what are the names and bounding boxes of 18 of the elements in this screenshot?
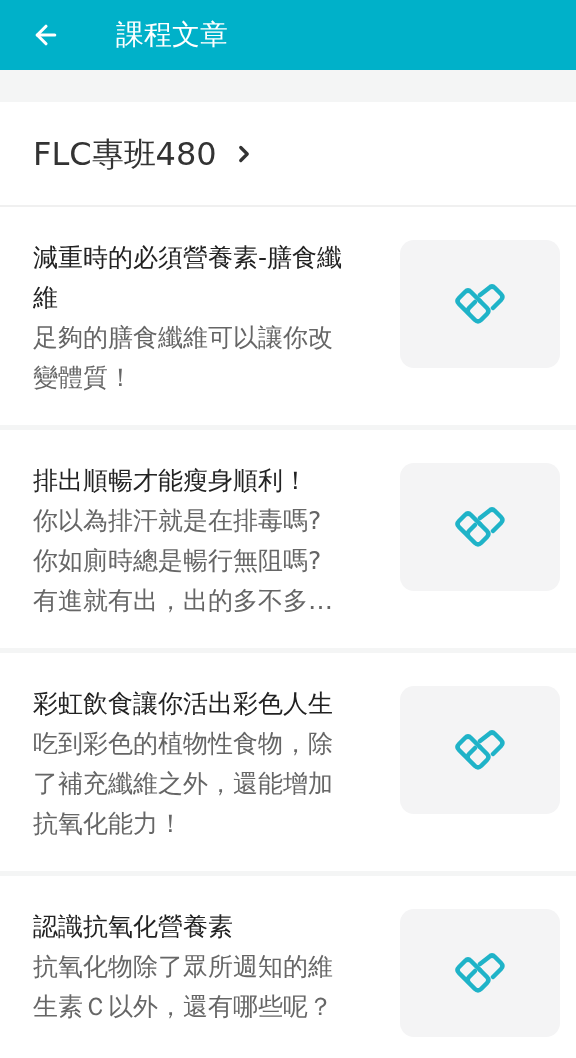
- article-title: 減重時的必須營養素-膳食纖維: [33, 242, 344, 314]
- article-title: 排出順暢才能瘦身順利！: [33, 465, 309, 497]
- article-card[interactable]: 彩虹飲食讓你活出彩色人生 吃到彩色的植物性食物，除了補充纖維之外，還能增加抗氧化能力！: [0, 653, 576, 871]
- article-description: 你以為排汗就是在排毒嗎? 你如廁時總是暢行無阻嗎? 有進就有出，出的多不多…: [33, 505, 334, 617]
- article-description: 抗氧化物除了眾所週知的維生素Ｃ以外，還有哪些呢？: [33, 951, 334, 1023]
- article-card[interactable]: 認識抗氧化營養素 抗氧化物除了眾所週知的維生素Ｃ以外，還有哪些呢？: [0, 876, 576, 1058]
- article-title: 認識抗氧化營養素: [33, 911, 234, 943]
- article-card[interactable]: 排出順暢才能瘦身順利！ 你以為排汗就是在排毒嗎? 你如廁時總是暢行無阻嗎? 有進就有出，出的多不多…: [0, 430, 576, 648]
- linked-squares-icon: [454, 506, 506, 548]
- article-description: 足夠的膳食纖維可以讓你改變體質！: [33, 322, 334, 394]
- article-description: 吃到彩色的植物性食物，除了補充纖維之外，還能增加抗氧化能力！: [33, 728, 334, 840]
- linked-squares-icon: [454, 283, 506, 325]
- article-card[interactable]: 減重時的必須營養素-膳食纖維 足夠的膳食纖維可以讓你改變體質！: [0, 207, 576, 425]
- linked-squares-icon: [454, 729, 506, 771]
- linked-squares-icon: [454, 952, 506, 994]
- page-title: 課程文章: [116, 17, 228, 53]
- article-title: 彩虹飲食讓你活出彩色人生: [33, 688, 334, 720]
- course-link[interactable]: FLC專班480: [0, 102, 576, 207]
